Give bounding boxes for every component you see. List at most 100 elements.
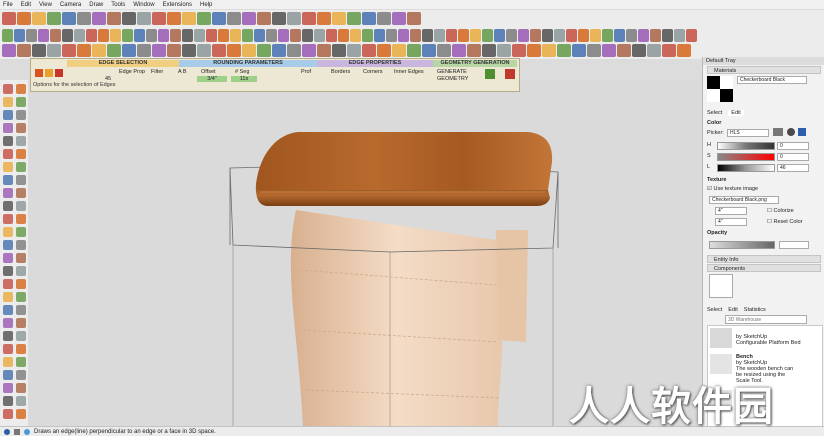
left-tool-icon[interactable] [16,188,26,198]
left-tool-icon[interactable] [3,84,13,94]
toolbar-tool-icon[interactable] [206,29,217,42]
toolbar-tool-icon[interactable] [602,44,616,57]
left-tool-icon[interactable] [3,370,13,380]
l-slider[interactable] [717,164,775,172]
toolbar-tool-icon[interactable] [590,29,601,42]
toolbar-tool-icon[interactable] [122,44,136,57]
toolbar-tool-icon[interactable] [662,44,676,57]
generate-label[interactable]: GENERATE [437,69,467,75]
menu-view[interactable]: View [39,2,52,8]
toolbar-tool-icon[interactable] [374,29,385,42]
h-slider[interactable] [717,142,775,150]
offset-field[interactable]: 3/4" [197,76,227,82]
toolbar-tool-icon[interactable] [242,12,256,25]
toolbar-tool-icon[interactable] [338,29,349,42]
toolbar-tool-icon[interactable] [482,44,496,57]
comp-tab-edit[interactable]: Edit [728,307,737,313]
toolbar-tool-icon[interactable] [377,44,391,57]
toolbar-tool-icon[interactable] [62,12,76,25]
sample-icon[interactable] [787,128,795,136]
toolbar-tool-icon[interactable] [527,44,541,57]
geo-location-icon[interactable] [4,428,10,435]
left-tool-icon[interactable] [3,409,13,419]
left-tool-icon[interactable] [3,383,13,393]
bed-thumbnail[interactable] [710,328,732,348]
toolbar-tool-icon[interactable] [197,12,211,25]
left-tool-icon[interactable] [16,279,26,289]
left-tool-icon[interactable] [16,305,26,315]
left-tool-icon[interactable] [16,97,26,107]
menu-edit[interactable]: Edit [21,2,31,8]
toolbar-tool-icon[interactable] [182,44,196,57]
toolbar-tool-icon[interactable] [2,29,13,42]
toolbar-tool-icon[interactable] [422,44,436,57]
toolbar-tool-icon[interactable] [506,29,517,42]
toolbar-tool-icon[interactable] [194,29,205,42]
toolbar-tool-icon[interactable] [92,12,106,25]
texture-height-field[interactable]: 4" [715,218,747,226]
toolbar-tool-icon[interactable] [137,12,151,25]
use-texture-checkbox[interactable]: ☑ Use texture image [707,186,758,192]
toolbar-tool-icon[interactable] [62,29,73,42]
menu-draw[interactable]: Draw [89,2,103,8]
left-tool-icon[interactable] [3,344,13,354]
toolbar-tool-icon[interactable] [467,44,481,57]
menu-camera[interactable]: Camera [60,2,81,8]
toolbar-tool-icon[interactable] [167,44,181,57]
tab-select[interactable]: Select [707,110,722,116]
opacity-value[interactable] [779,241,809,249]
arrow-icon[interactable] [35,69,43,77]
toolbar-tool-icon[interactable] [242,44,256,57]
credits-icon[interactable] [14,428,20,435]
toolbar-tool-icon[interactable] [182,29,193,42]
toolbar-tool-icon[interactable] [257,12,271,25]
inner-edges-label[interactable]: Inner Edges [394,69,424,75]
toolbar-tool-icon[interactable] [662,29,673,42]
toolbar-tool-icon[interactable] [602,29,613,42]
toolbar-tool-icon[interactable] [92,44,106,57]
left-tool-icon[interactable] [16,175,26,185]
toolbar-tool-icon[interactable] [257,44,271,57]
left-tool-icon[interactable] [3,188,13,198]
toolbar-tool-icon[interactable] [407,12,421,25]
toolbar-tool-icon[interactable] [572,44,586,57]
left-tool-icon[interactable] [3,331,13,341]
left-tool-icon[interactable] [3,318,13,328]
toolbar-tool-icon[interactable] [77,44,91,57]
toolbar-tool-icon[interactable] [557,44,571,57]
toolbar-tool-icon[interactable] [434,29,445,42]
bench-thumbnail[interactable] [710,354,732,374]
left-tool-icon[interactable] [16,84,26,94]
toolbar-tool-icon[interactable] [2,44,16,57]
edge-select-icon[interactable] [45,69,53,77]
toolbar-tool-icon[interactable] [482,29,493,42]
toolbar-tool-icon[interactable] [230,29,241,42]
texture-width-field[interactable]: 4" [715,207,747,215]
toolbar-tool-icon[interactable] [287,12,301,25]
toolbar-tool-icon[interactable] [386,29,397,42]
toolbar-tool-icon[interactable] [107,12,121,25]
left-tool-icon[interactable] [16,266,26,276]
toolbar-tool-icon[interactable] [134,29,145,42]
left-tool-icon[interactable] [16,214,26,224]
left-tool-icon[interactable] [3,279,13,289]
toolbar-tool-icon[interactable] [26,29,37,42]
toolbar-tool-icon[interactable] [317,44,331,57]
toolbar-tool-icon[interactable] [302,29,313,42]
toolbar-tool-icon[interactable] [32,12,46,25]
toolbar-tool-icon[interactable] [632,44,646,57]
left-tool-icon[interactable] [16,201,26,211]
left-tool-icon[interactable] [16,344,26,354]
edge-prop-label[interactable]: Edge Prop [119,69,145,75]
left-tool-icon[interactable] [3,110,13,120]
corners-label[interactable]: Corners [363,69,383,75]
toolbar-tool-icon[interactable] [17,44,31,57]
segments-field[interactable]: 11s [231,76,257,82]
toolbar-tool-icon[interactable] [38,29,49,42]
toolbar-tool-icon[interactable] [98,29,109,42]
left-tool-icon[interactable] [3,305,13,315]
toolbar-tool-icon[interactable] [326,29,337,42]
toolbar-tool-icon[interactable] [212,12,226,25]
toolbar-tool-icon[interactable] [287,44,301,57]
toolbar-tool-icon[interactable] [158,29,169,42]
